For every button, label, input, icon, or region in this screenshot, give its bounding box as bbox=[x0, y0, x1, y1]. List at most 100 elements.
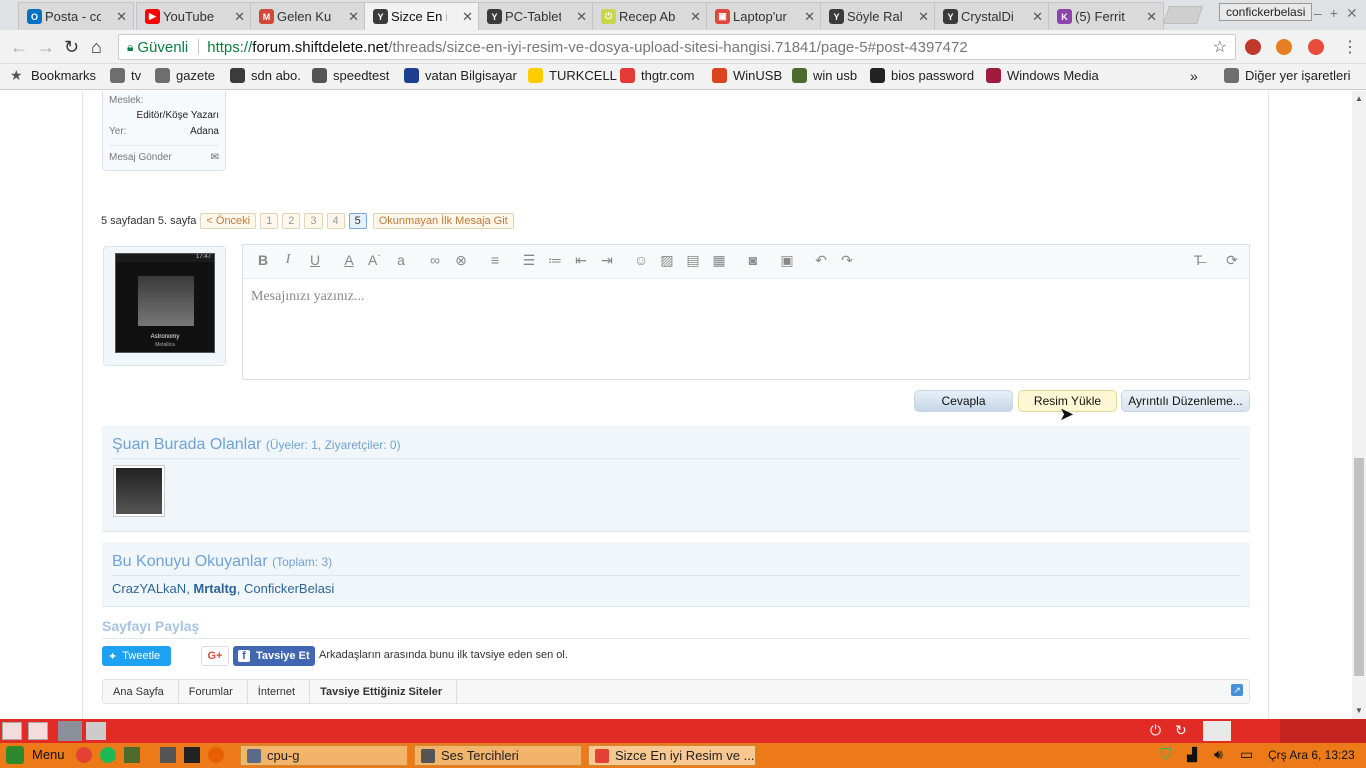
redo-icon[interactable]: ↷ bbox=[837, 252, 857, 269]
chrome-menu-icon[interactable]: ⋮ bbox=[1342, 37, 1358, 57]
chrome-applet-icon[interactable] bbox=[1203, 721, 1231, 741]
close-icon[interactable]: ✕ bbox=[348, 9, 359, 25]
facebook-recommend-button[interactable]: f Tavsiye Et bbox=[233, 646, 315, 666]
media-icon[interactable]: ▤ bbox=[683, 252, 703, 269]
new-tab-button[interactable] bbox=[1163, 6, 1203, 24]
reader-user-link[interactable]: CrazYALkaN bbox=[112, 581, 186, 596]
bookmark-item[interactable]: ★ Bookmarks bbox=[10, 68, 96, 84]
page-link[interactable]: 4 bbox=[326, 213, 345, 229]
tab[interactable]: O Posta - co ✕ bbox=[18, 2, 134, 30]
undo-icon[interactable]: ↶ bbox=[811, 252, 831, 269]
menu-button[interactable]: Menu bbox=[32, 747, 65, 762]
back-icon[interactable]: ← bbox=[10, 37, 28, 58]
font-family-icon[interactable]: a bbox=[391, 252, 411, 268]
bookmark-star-icon[interactable]: ☆ bbox=[1213, 37, 1227, 57]
bookmark-item[interactable]: thgtr.com bbox=[620, 68, 694, 83]
bookmark-item[interactable]: gazete bbox=[155, 68, 215, 83]
unlink-icon[interactable]: ⊗ bbox=[451, 252, 471, 269]
power-icon[interactable]: ⏻ bbox=[1150, 722, 1161, 739]
reader-user-link[interactable]: ConfickerBelasi bbox=[244, 581, 334, 596]
message-input[interactable]: Mesajınızı yazınız... bbox=[243, 279, 1249, 315]
insert-icon[interactable]: ▦ bbox=[709, 252, 729, 269]
breadcrumb-item[interactable]: Forumlar bbox=[179, 680, 248, 703]
underline-icon[interactable]: U bbox=[305, 252, 325, 268]
tab[interactable]: K (5) Ferrit ✕ bbox=[1048, 2, 1164, 30]
page-link[interactable]: 5 bbox=[348, 213, 367, 229]
send-message-link[interactable]: Mesaj Gönder bbox=[109, 152, 172, 163]
applet-icon[interactable] bbox=[86, 722, 106, 740]
page-scrollbar[interactable]: ▲ ▼ bbox=[1352, 91, 1366, 719]
extension-icon[interactable] bbox=[1276, 39, 1292, 55]
page-link[interactable]: 3 bbox=[304, 213, 323, 229]
bookmark-item[interactable]: TURKCELL bbox=[528, 68, 617, 83]
close-icon[interactable]: ✕ bbox=[234, 9, 245, 25]
online-user-avatar[interactable] bbox=[113, 465, 165, 517]
tab[interactable]: Y PC-Tablet ✕ bbox=[478, 2, 594, 30]
bookmark-item[interactable]: vatan Bilgisayar bbox=[404, 68, 517, 83]
avatar[interactable]: 17:47 Astronomy Metallica bbox=[115, 253, 215, 353]
breadcrumb-item[interactable]: Tavsiye Ettiğiniz Siteler bbox=[310, 680, 458, 703]
taskbar-window[interactable]: Sizce En iyi Resim ve ... bbox=[588, 745, 756, 766]
close-icon[interactable]: ✕ bbox=[1032, 9, 1043, 25]
scrollbar-thumb[interactable] bbox=[1354, 458, 1364, 676]
link-icon[interactable]: ∞ bbox=[425, 252, 445, 268]
close-icon[interactable]: ✕ bbox=[116, 9, 127, 25]
applet-icon[interactable] bbox=[28, 722, 48, 740]
reply-button[interactable]: Cevapla bbox=[914, 390, 1013, 412]
tab[interactable]: Y Sizce En i ✕ bbox=[364, 2, 480, 30]
other-bookmarks[interactable]: Diğer yer işaretleri bbox=[1224, 68, 1350, 83]
bookmark-item[interactable]: bios password bbox=[870, 68, 974, 83]
tab[interactable]: M Gelen Ku ✕ bbox=[250, 2, 366, 30]
terminal-launcher-icon[interactable] bbox=[184, 747, 200, 763]
adblock-icon[interactable] bbox=[1308, 39, 1324, 55]
save-draft-icon[interactable]: ▣ bbox=[777, 252, 797, 269]
close-icon[interactable]: ✕ bbox=[804, 9, 815, 25]
breadcrumb-item[interactable]: Ana Sayfa bbox=[103, 680, 179, 703]
tab[interactable]: Y CrystalDi ✕ bbox=[934, 2, 1050, 30]
camera-icon[interactable]: ◙ bbox=[743, 252, 763, 268]
italic-icon[interactable]: I bbox=[278, 252, 298, 268]
font-color-icon[interactable]: A bbox=[339, 252, 359, 268]
files-launcher-icon[interactable] bbox=[124, 747, 140, 763]
spotify-launcher-icon[interactable] bbox=[100, 747, 116, 763]
tweet-button[interactable]: ✦ Tweetle bbox=[102, 646, 171, 666]
close-icon[interactable]: ✕ bbox=[1146, 9, 1157, 25]
tab[interactable]: ▶ YouTube ✕ bbox=[136, 2, 252, 30]
remove-format-icon[interactable]: T̶ bbox=[1188, 252, 1208, 268]
tab[interactable]: Y Söyle Ral ✕ bbox=[820, 2, 936, 30]
applet-icon[interactable] bbox=[2, 722, 22, 740]
prev-page-link[interactable]: < Önceki bbox=[200, 213, 257, 229]
outdent-icon[interactable]: ⇤ bbox=[571, 252, 591, 269]
bold-icon[interactable]: B bbox=[253, 252, 273, 268]
ublock-icon[interactable] bbox=[1245, 39, 1261, 55]
reload-icon[interactable]: ↻ bbox=[64, 37, 79, 58]
align-icon[interactable]: ≡ bbox=[485, 252, 505, 268]
bookmark-item[interactable]: tv bbox=[110, 68, 141, 83]
battery-icon[interactable]: ▭ bbox=[1240, 746, 1253, 763]
bookmark-item[interactable]: sdn abo. bbox=[230, 68, 301, 83]
chrome-launcher-icon[interactable] bbox=[76, 747, 92, 763]
clock[interactable]: Çrş Ara 6, 13:23 bbox=[1268, 748, 1355, 762]
close-icon[interactable]: ✕ bbox=[462, 9, 473, 25]
scroll-up-icon[interactable]: ▲ bbox=[1355, 94, 1363, 103]
forward-icon[interactable]: → bbox=[37, 37, 55, 58]
profile-button[interactable]: confickerbelasi bbox=[1219, 3, 1313, 21]
gplus-button[interactable]: G+ bbox=[201, 646, 229, 666]
reader-user-link[interactable]: Mrtaltg bbox=[193, 581, 236, 596]
refresh-icon[interactable]: ↻ bbox=[1175, 722, 1187, 739]
bookmark-item[interactable]: WinUSB bbox=[712, 68, 782, 83]
bookmark-item[interactable]: Windows Media bbox=[986, 68, 1099, 83]
smiley-icon[interactable]: ☺ bbox=[631, 252, 651, 268]
close-icon[interactable]: ✕ bbox=[918, 9, 929, 25]
unread-link[interactable]: Okunmayan İlk Mesaja Git bbox=[372, 213, 514, 229]
scroll-down-icon[interactable]: ▼ bbox=[1355, 706, 1363, 715]
toggle-bbcode-icon[interactable]: ⟳ bbox=[1222, 252, 1242, 269]
taskbar-window[interactable]: Ses Tercihleri bbox=[414, 745, 582, 766]
number-list-icon[interactable]: ≔ bbox=[545, 252, 565, 269]
drive-icon[interactable] bbox=[58, 721, 82, 741]
bullet-list-icon[interactable]: ☰ bbox=[519, 252, 539, 269]
tab[interactable]: ▣ Laptop'ur ✕ bbox=[706, 2, 822, 30]
bookmark-item[interactable]: win usb bbox=[792, 68, 857, 83]
close-icon[interactable]: ✕ bbox=[690, 9, 701, 25]
home-icon[interactable]: ⌂ bbox=[91, 37, 102, 58]
